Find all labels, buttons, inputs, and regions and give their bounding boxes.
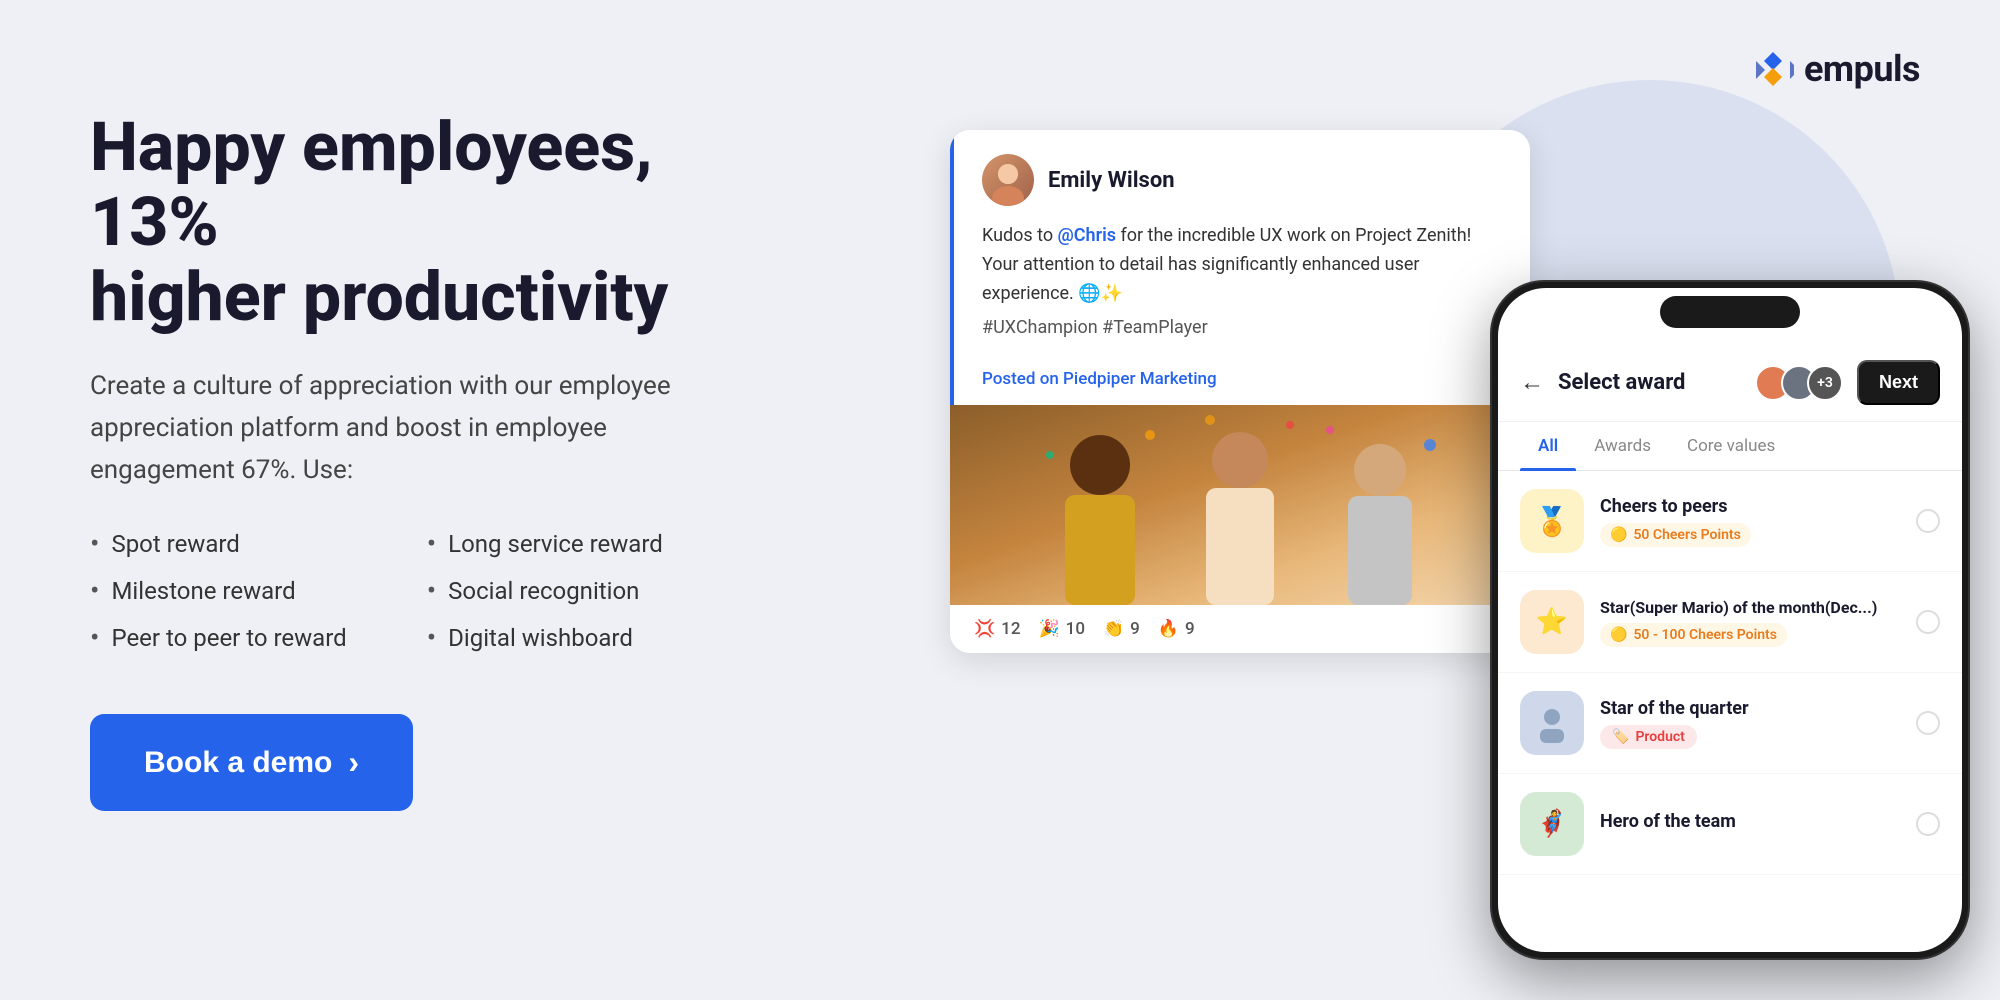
- feature-list: Spot reward Milestone reward Peer to pee…: [90, 527, 770, 654]
- reaction-1: 💢 12: [974, 619, 1021, 639]
- tab-all[interactable]: All: [1520, 422, 1576, 470]
- award-radio-cheers[interactable]: [1916, 509, 1940, 533]
- award-quarter-name: Star of the quarter: [1600, 698, 1900, 719]
- award-cheers-name: Cheers to peers: [1600, 496, 1900, 517]
- phone-mockup: ← Select award +3 Next All Awards Core v…: [1490, 280, 1970, 960]
- award-cheers-info: Cheers to peers 🟡 50 Cheers Points: [1600, 496, 1900, 547]
- post-card: Emily Wilson Kudos to @Chris for the inc…: [950, 130, 1530, 653]
- award-tabs: All Awards Core values: [1498, 422, 1962, 471]
- award-radio-hero[interactable]: [1916, 812, 1940, 836]
- post-footer: Posted on Piedpiper Marketing: [950, 359, 1530, 405]
- award-list: 🏅 Cheers to peers 🟡 50 Cheers Points: [1498, 471, 1962, 949]
- award-item-hero[interactable]: 🦸 Hero of the team: [1498, 774, 1962, 875]
- bullet-col-2: Long service reward Social recognition D…: [427, 527, 663, 654]
- reaction-4: 🔥 9: [1158, 619, 1195, 639]
- post-body: Kudos to @Chris for the incredible UX wo…: [950, 222, 1530, 359]
- post-hashtags: #UXChampion #TeamPlayer: [982, 314, 1502, 343]
- award-quarter-info: Star of the quarter 🏷️ Product: [1600, 698, 1900, 749]
- avatar: [982, 154, 1034, 206]
- tab-awards[interactable]: Awards: [1576, 422, 1669, 470]
- right-area: Emily Wilson Kudos to @Chris for the inc…: [900, 0, 2000, 1000]
- reaction-bar: 💢 12 🎉 10 👏 9 🔥 9: [950, 605, 1530, 653]
- cta-label: Book a demo: [144, 746, 332, 780]
- award-avatars: +3: [1755, 365, 1843, 401]
- award-quarter-tag: 🏷️ Product: [1600, 725, 1697, 749]
- bullet-spot-reward: Spot reward: [90, 527, 347, 560]
- back-button[interactable]: ←: [1520, 368, 1544, 397]
- quarter-icon: [1520, 691, 1584, 755]
- award-radio-mario[interactable]: [1916, 610, 1940, 634]
- post-image: [950, 405, 1530, 605]
- award-hero-name: Hero of the team: [1600, 811, 1900, 832]
- award-header: ← Select award +3 Next: [1498, 344, 1962, 422]
- hero-icon: 🦸: [1520, 792, 1584, 856]
- award-select-title: Select award: [1558, 370, 1741, 395]
- bullet-col-1: Spot reward Milestone reward Peer to pee…: [90, 527, 347, 654]
- award-mario-info: Star(Super Mario) of the month(Dec...) 🟡…: [1600, 598, 1900, 647]
- award-item-quarter[interactable]: Star of the quarter 🏷️ Product: [1498, 673, 1962, 774]
- bullet-digital-wishboard: Digital wishboard: [427, 621, 663, 654]
- main-headline: Happy employees, 13%higher productivity: [90, 110, 770, 334]
- award-hero-info: Hero of the team: [1600, 811, 1900, 838]
- bullet-milestone-reward: Milestone reward: [90, 574, 347, 607]
- next-button[interactable]: Next: [1857, 360, 1940, 405]
- bullet-peer-reward: Peer to peer to reward: [90, 621, 347, 654]
- reaction-2: 🎉 10: [1039, 619, 1086, 639]
- cta-arrow-icon: ›: [348, 744, 359, 781]
- avatar-count: +3: [1807, 365, 1843, 401]
- reaction-3: 👏 9: [1103, 619, 1140, 639]
- post-mention: @Chris: [1058, 225, 1116, 246]
- phone-notch: [1660, 296, 1800, 328]
- cheers-icon: 🏅: [1520, 489, 1584, 553]
- award-item-cheers[interactable]: 🏅 Cheers to peers 🟡 50 Cheers Points: [1498, 471, 1962, 572]
- left-content: Happy employees, 13%higher productivity …: [90, 110, 770, 811]
- award-radio-quarter[interactable]: [1916, 711, 1940, 735]
- poster-name: Emily Wilson: [1048, 168, 1175, 193]
- award-mario-name: Star(Super Mario) of the month(Dec...): [1600, 598, 1900, 617]
- subtext: Create a culture of appreciation with ou…: [90, 366, 710, 491]
- award-mario-points: 🟡 50 - 100 Cheers Points: [1600, 623, 1787, 647]
- bullet-social-recognition: Social recognition: [427, 574, 663, 607]
- phone-inner: ← Select award +3 Next All Awards Core v…: [1498, 288, 1962, 952]
- book-demo-button[interactable]: Book a demo ›: [90, 714, 413, 811]
- bullet-long-service: Long service reward: [427, 527, 663, 560]
- award-cheers-points: 🟡 50 Cheers Points: [1600, 523, 1751, 547]
- tab-core-values[interactable]: Core values: [1669, 422, 1793, 470]
- award-item-mario[interactable]: ⭐ Star(Super Mario) of the month(Dec...)…: [1498, 572, 1962, 673]
- mario-icon: ⭐: [1520, 590, 1584, 654]
- post-header: Emily Wilson: [950, 130, 1530, 222]
- phone-screen: ← Select award +3 Next All Awards Core v…: [1498, 288, 1962, 952]
